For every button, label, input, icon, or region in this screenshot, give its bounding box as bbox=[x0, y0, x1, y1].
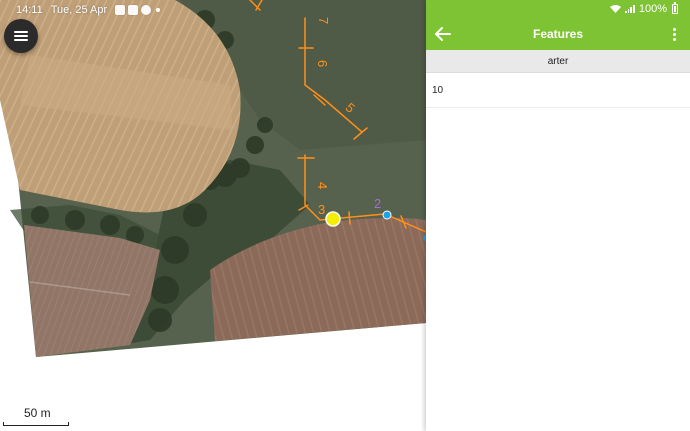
selected-point-marker[interactable] bbox=[325, 211, 341, 227]
more-notifications-dot-icon bbox=[156, 8, 161, 12]
vertex-point-marker[interactable] bbox=[382, 210, 392, 220]
scale-label: 50 m bbox=[24, 406, 51, 420]
more-vert-icon[interactable] bbox=[668, 26, 680, 42]
notification-icon bbox=[115, 5, 126, 15]
system-status-left: 14:11 Tue, 25 Apr bbox=[16, 2, 161, 18]
app-toolbar: Features bbox=[426, 18, 690, 50]
battery-percentage: 100% bbox=[638, 3, 667, 15]
wifi-icon bbox=[609, 5, 621, 13]
battery-icon bbox=[672, 2, 678, 14]
back-arrow-icon[interactable] bbox=[434, 26, 452, 42]
map-scale-bar: 50 m bbox=[0, 402, 80, 428]
status-date: Tue, 25 Apr bbox=[50, 4, 108, 16]
sync-icon bbox=[141, 5, 152, 15]
map-view[interactable]: 7 6 5 4 3 2 14:11 Tue, 25 Apr 50 m bbox=[0, 0, 426, 431]
segment-label: 4 bbox=[315, 182, 330, 189]
signal-icon bbox=[624, 5, 635, 13]
page-title: Features bbox=[532, 27, 584, 41]
image-icon bbox=[128, 5, 139, 15]
notification-icons bbox=[115, 5, 161, 15]
segment-label: 7 bbox=[316, 17, 331, 24]
system-status-right: 100% bbox=[426, 0, 690, 18]
layer-name-header: arter bbox=[426, 50, 690, 73]
clock-time: 14:11 bbox=[16, 4, 43, 16]
segment-label: 3 bbox=[318, 202, 325, 217]
menu-icon bbox=[14, 31, 28, 41]
feature-list-item[interactable]: 10 bbox=[426, 73, 690, 108]
main-menu-button[interactable] bbox=[4, 19, 38, 53]
segment-label: 6 bbox=[315, 60, 330, 67]
satellite-map[interactable]: 7 6 5 4 3 2 bbox=[0, 0, 426, 431]
feature-id: 10 bbox=[432, 84, 444, 96]
features-panel: 100% Features arter 10 bbox=[426, 0, 690, 431]
app-root: 7 6 5 4 3 2 14:11 Tue, 25 Apr 50 m 100% … bbox=[0, 0, 690, 431]
scale-line bbox=[3, 422, 69, 426]
segment-label: 2 bbox=[374, 196, 381, 211]
